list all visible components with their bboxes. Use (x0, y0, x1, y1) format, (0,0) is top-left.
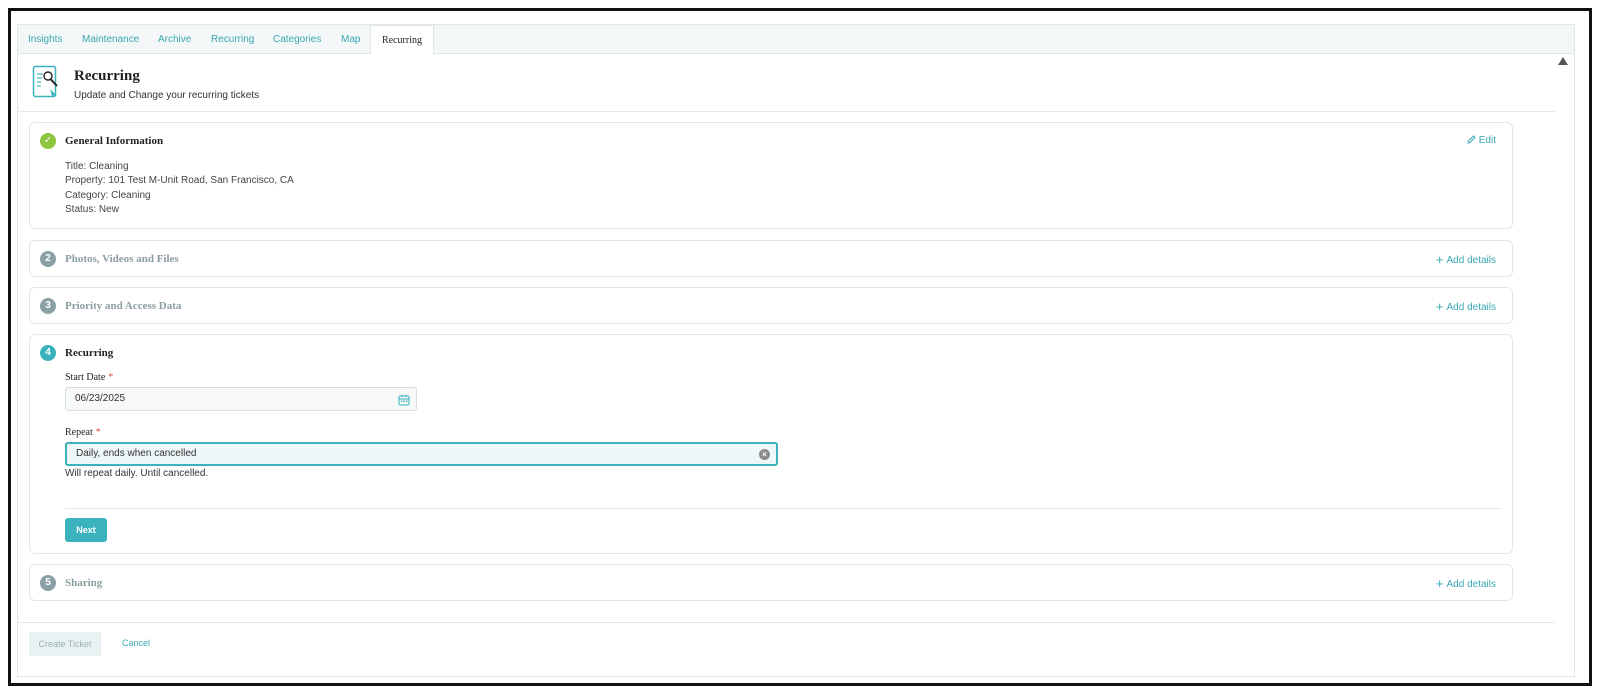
sharing-title: Sharing (65, 577, 103, 589)
edit-button[interactable]: Edit (1467, 135, 1496, 147)
general-information-title: General Information (65, 135, 164, 147)
calendar-icon[interactable] (398, 393, 410, 406)
info-property: Property: 101 Test M-Unit Road, San Fran… (65, 175, 294, 186)
main-panel: Insights Maintenance Archive Recurring C… (17, 24, 1575, 677)
photos-videos-files-card[interactable]: 2 Photos, Videos and Files + Add details (29, 240, 1513, 277)
general-information-card: ✓ General Information Edit Title: Cleani… (29, 122, 1513, 229)
page-subtitle: Update and Change your recurring tickets (74, 90, 260, 101)
info-status: Status: New (65, 204, 119, 215)
pencil-icon (1467, 135, 1476, 147)
add-details-button[interactable]: + Add details (1436, 299, 1496, 314)
repeat-helper-text: Will repeat daily. Until cancelled. (65, 468, 209, 479)
recurring-card: 4 Recurring Start Date * 06/23/2025 Repe… (29, 334, 1513, 554)
app-window: Insights Maintenance Archive Recurring C… (8, 8, 1592, 686)
page-title: Recurring (74, 68, 140, 84)
tab-archive[interactable]: Archive (158, 25, 191, 54)
plus-icon: + (1435, 576, 1444, 591)
tab-recurring[interactable]: Recurring (211, 25, 254, 54)
step-number-badge: 2 (40, 251, 56, 267)
create-ticket-button[interactable]: Create Ticket (29, 632, 101, 656)
header-divider (18, 111, 1555, 112)
tab-insights[interactable]: Insights (28, 25, 62, 54)
plus-icon: + (1435, 252, 1444, 267)
edit-label: Edit (1478, 135, 1496, 146)
priority-access-card[interactable]: 3 Priority and Access Data + Add details (29, 287, 1513, 324)
required-asterisk: * (108, 372, 114, 383)
add-details-button[interactable]: + Add details (1436, 252, 1496, 267)
plus-icon: + (1435, 299, 1444, 314)
check-icon: ✓ (40, 133, 56, 149)
step-number-badge: 4 (40, 345, 56, 361)
sharing-card[interactable]: 5 Sharing + Add details (29, 564, 1513, 601)
tab-map[interactable]: Map (341, 25, 360, 54)
start-date-label: Start Date * (65, 372, 114, 383)
required-asterisk: * (95, 427, 101, 438)
tab-bar: Insights Maintenance Archive Recurring C… (18, 25, 1574, 55)
step-number-badge: 3 (40, 298, 56, 314)
tab-maintenance[interactable]: Maintenance (82, 25, 139, 54)
info-title: Title: Cleaning (65, 161, 129, 172)
repeat-label: Repeat * (65, 427, 101, 438)
start-date-input[interactable]: 06/23/2025 (65, 387, 417, 411)
info-category: Category: Cleaning (65, 190, 151, 201)
recurring-title: Recurring (65, 347, 114, 359)
cancel-button[interactable]: Cancel (122, 638, 150, 648)
footer-divider (18, 622, 1555, 623)
add-details-button[interactable]: + Add details (1436, 576, 1496, 591)
photos-videos-files-title: Photos, Videos and Files (65, 253, 179, 265)
repeat-input[interactable]: Daily, ends when cancelled × (65, 442, 778, 466)
priority-access-title: Priority and Access Data (65, 300, 182, 312)
form-divider (65, 508, 1501, 509)
tab-categories[interactable]: Categories (273, 25, 321, 54)
scroll-up-arrow-icon[interactable] (1558, 57, 1568, 65)
wrench-document-icon (32, 65, 60, 99)
clear-icon[interactable]: × (759, 449, 770, 460)
step-number-badge: 5 (40, 575, 56, 591)
next-button[interactable]: Next (65, 518, 107, 542)
tab-recurring-active[interactable]: Recurring (370, 25, 434, 55)
